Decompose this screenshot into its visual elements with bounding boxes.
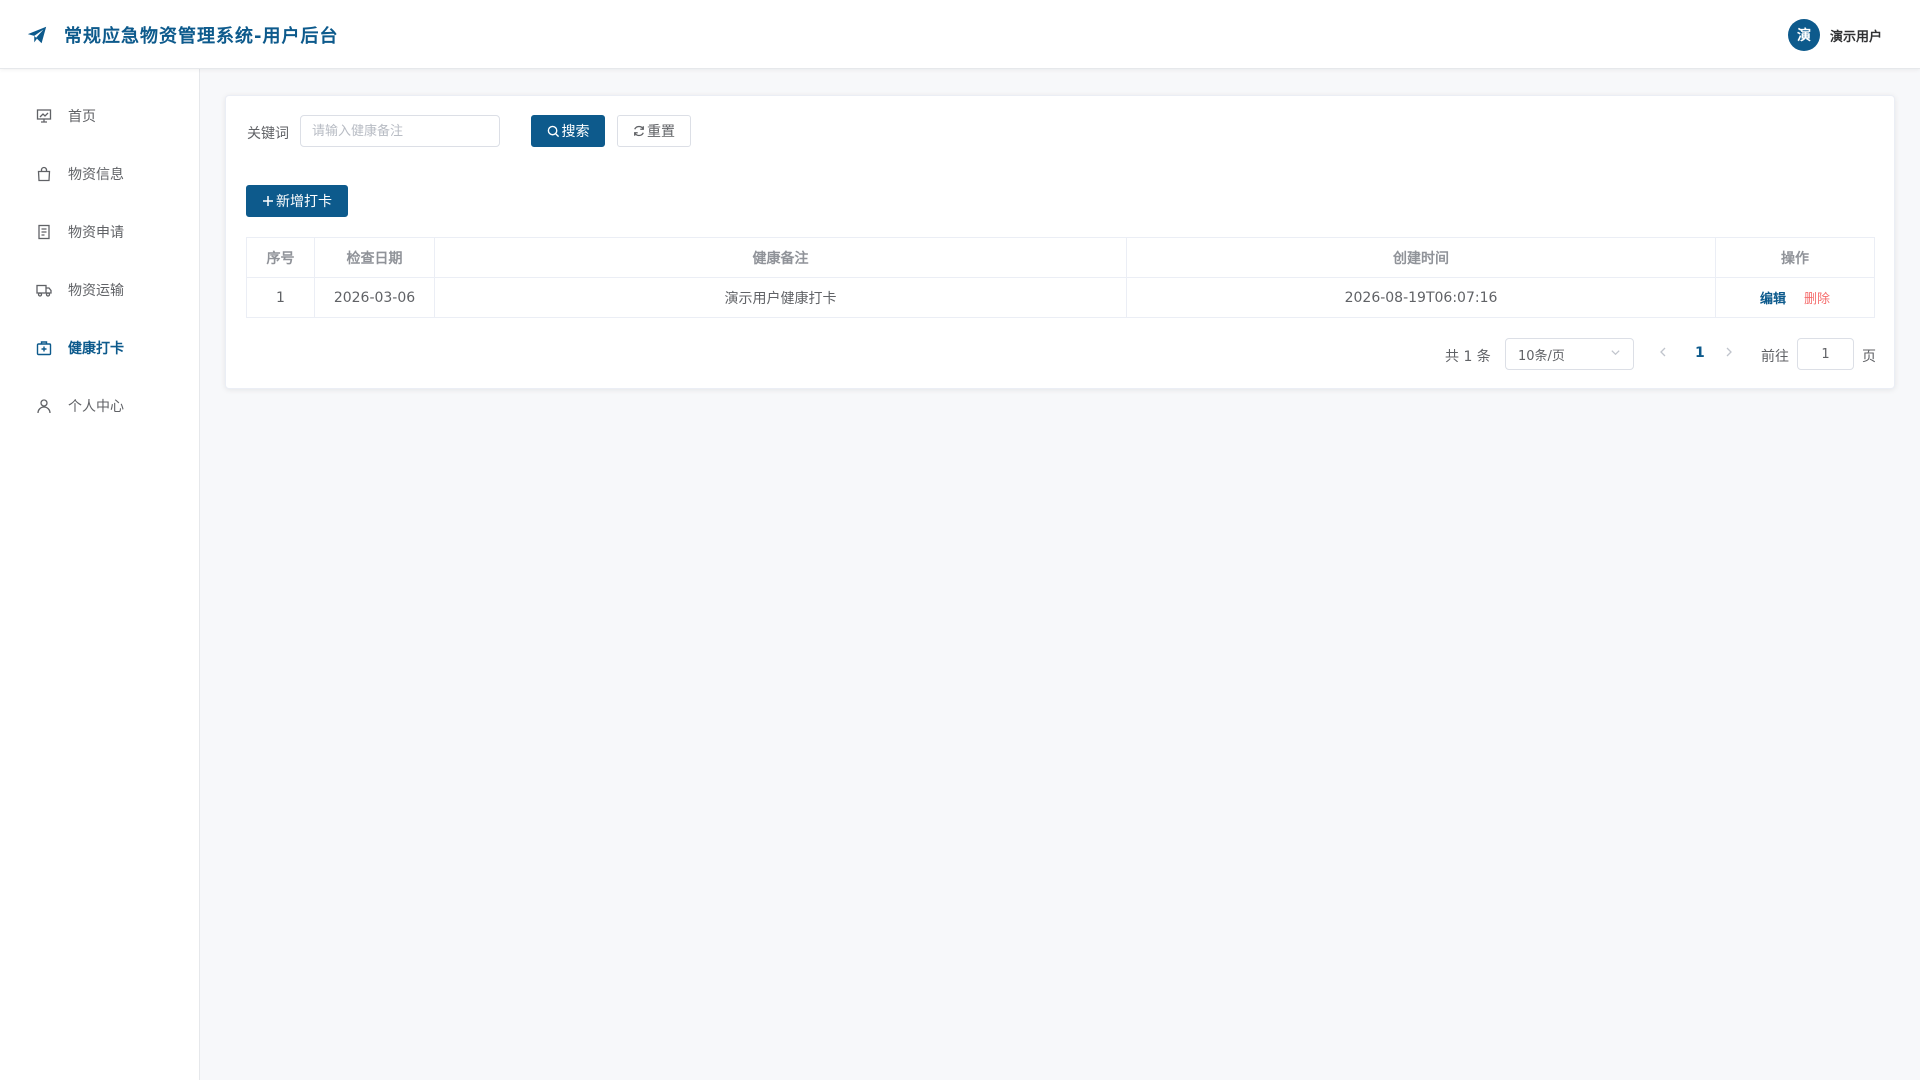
sidebar-item-materials[interactable]: 物资信息	[0, 154, 199, 194]
sidebar-item-transport[interactable]: 物资运输	[0, 270, 199, 310]
page-size-select[interactable]: 10条/页	[1505, 338, 1634, 370]
document-icon	[35, 223, 53, 241]
delete-link[interactable]: 删除	[1804, 292, 1830, 307]
pagination-total: 共 1 条	[1445, 349, 1491, 365]
sidebar-item-label: 个人中心	[68, 399, 124, 415]
refresh-icon	[633, 125, 645, 137]
sidebar-item-label: 物资信息	[68, 167, 124, 183]
first-aid-icon	[35, 339, 53, 357]
column-header-date: 检查日期	[314, 237, 435, 278]
cell-created: 2026-08-19T06:07:16	[1126, 277, 1716, 318]
edit-link[interactable]: 编辑	[1760, 292, 1786, 307]
sidebar-item-label: 健康打卡	[68, 341, 124, 357]
table-row: 1 2026-03-06 演示用户健康打卡 2026-08-19T06:07:1…	[246, 277, 1875, 318]
goto-label: 前往	[1761, 349, 1789, 365]
app-title: 常规应急物资管理系统-用户后台	[64, 26, 339, 47]
search-button[interactable]: 搜索	[531, 115, 605, 147]
cell-note: 演示用户健康打卡	[434, 277, 1127, 318]
plus-icon	[262, 195, 274, 207]
reset-button[interactable]: 重置	[617, 115, 691, 147]
table-header-row: 序号 检查日期 健康备注 创建时间 操作	[246, 237, 1875, 278]
search-button-label: 搜索	[561, 124, 590, 140]
chevron-right-icon	[1724, 346, 1734, 362]
sidebar-item-application[interactable]: 物资申请	[0, 212, 199, 252]
cell-index: 1	[246, 277, 315, 318]
search-icon	[547, 125, 560, 138]
cell-actions: 编辑 删除	[1715, 277, 1875, 318]
sidebar: 首页 物资信息 物资申请 物资运输 健康打卡 个人中心	[0, 69, 200, 1080]
chevron-left-icon	[1658, 346, 1668, 362]
sidebar-item-label: 物资申请	[68, 225, 124, 241]
sidebar-item-home[interactable]: 首页	[0, 96, 199, 136]
add-checkin-button-label: 新增打卡	[276, 194, 332, 210]
checkin-table: 序号 检查日期 健康备注 创建时间 操作 1 2026-03-06 演示用户健康…	[246, 237, 1875, 318]
goto-page-input[interactable]	[1797, 338, 1854, 370]
column-header-actions: 操作	[1715, 237, 1875, 278]
add-checkin-button[interactable]: 新增打卡	[246, 185, 348, 217]
sidebar-item-label: 物资运输	[68, 283, 124, 299]
cell-date: 2026-03-06	[314, 277, 435, 318]
column-header-note: 健康备注	[434, 237, 1127, 278]
column-header-created: 创建时间	[1126, 237, 1716, 278]
keyword-input[interactable]	[300, 115, 500, 147]
keyword-label: 关键词	[247, 126, 289, 142]
avatar[interactable]: 演	[1787, 19, 1820, 51]
page-number-current[interactable]: 1	[1695, 345, 1705, 361]
user-icon	[35, 397, 53, 415]
user-name[interactable]: 演示用户	[1830, 26, 1882, 45]
sidebar-item-health-checkin[interactable]: 健康打卡	[0, 328, 199, 368]
next-page-button[interactable]	[1724, 346, 1734, 362]
page-size-value: 10条/页	[1518, 348, 1565, 364]
column-header-index: 序号	[246, 237, 315, 278]
reset-button-label: 重置	[647, 124, 675, 140]
truck-icon	[35, 281, 53, 299]
content-card: 关键词 搜索 重置 新增打卡 序号 检查日期 健康备注	[225, 95, 1895, 389]
sidebar-item-label: 首页	[68, 109, 96, 125]
chevron-down-icon	[1610, 347, 1621, 362]
top-header: 常规应急物资管理系统-用户后台 演 演示用户	[0, 0, 1920, 69]
presentation-icon	[35, 107, 53, 125]
paper-plane-icon	[26, 24, 48, 46]
prev-page-button[interactable]	[1658, 346, 1668, 362]
page-unit-label: 页	[1862, 349, 1876, 365]
sidebar-item-profile[interactable]: 个人中心	[0, 386, 199, 426]
user-menu[interactable]: 演 演示用户	[1787, 19, 1882, 51]
shopping-bag-icon	[35, 165, 53, 183]
